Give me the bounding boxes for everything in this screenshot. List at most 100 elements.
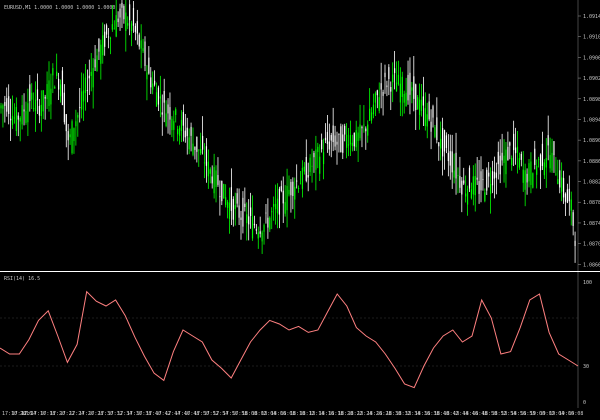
candle-body — [190, 126, 192, 136]
candle-body — [351, 142, 353, 146]
candle-body — [178, 127, 181, 136]
candle-body — [82, 90, 85, 102]
candle-body — [274, 203, 277, 210]
candle-body — [382, 91, 384, 96]
price-tick-label: 1.0886 — [583, 159, 600, 165]
candle-body — [282, 190, 284, 204]
candle-body — [401, 76, 403, 97]
candle-body — [248, 216, 250, 225]
price-tick-label: 1.0914 — [583, 14, 600, 20]
candle-body — [242, 197, 244, 227]
candle-body — [299, 183, 302, 185]
candle-body — [296, 180, 298, 182]
candle-body — [90, 71, 92, 76]
candle-body — [541, 143, 544, 166]
candle-body — [192, 143, 194, 155]
candle-body — [205, 146, 208, 166]
candle-body — [11, 115, 14, 125]
candle-body — [317, 146, 319, 153]
candle-body — [347, 144, 350, 146]
candle-body — [503, 155, 505, 163]
candle-body — [8, 96, 10, 114]
candle-body — [301, 167, 304, 189]
candle-body — [182, 112, 184, 126]
candle-body — [442, 128, 444, 157]
candle-body — [52, 68, 54, 76]
candle-body — [342, 134, 344, 153]
candle-body — [463, 180, 465, 184]
candle-body — [267, 217, 269, 228]
candle-body — [152, 83, 154, 90]
candle-body — [474, 176, 476, 196]
candle-body — [144, 41, 146, 66]
candle-body — [570, 199, 572, 211]
candle-body — [568, 188, 570, 202]
candle-body — [6, 98, 8, 112]
candle-body — [67, 131, 69, 141]
candle-body — [459, 175, 461, 188]
candle-body — [19, 117, 21, 122]
candle-body — [177, 128, 179, 135]
time-tick-label: 19:08 — [568, 411, 583, 417]
price-tick-label: 1.0910 — [583, 35, 600, 41]
candle-body — [34, 99, 37, 112]
candle-body — [466, 188, 469, 205]
candle-body — [330, 135, 332, 141]
candle-body — [417, 97, 419, 110]
candle-body — [148, 57, 150, 74]
candle-body — [84, 77, 87, 93]
candle-body — [228, 202, 231, 219]
candle-body — [132, 8, 135, 26]
candle-body — [482, 179, 484, 181]
candle-body — [123, 6, 125, 20]
candle-body — [516, 146, 519, 153]
candle-body — [557, 179, 559, 185]
candle-body — [403, 93, 405, 103]
candle-body — [154, 80, 156, 85]
candle-body — [457, 175, 459, 176]
candle-body — [73, 128, 75, 142]
candle-body — [198, 149, 200, 151]
candle-body — [334, 135, 336, 147]
candle-body — [250, 207, 252, 217]
candle-body — [346, 134, 348, 148]
candle-body — [532, 173, 534, 188]
candle-body — [547, 135, 549, 146]
candle-body — [445, 135, 448, 148]
candle-body — [167, 104, 169, 114]
candle-body — [399, 83, 401, 103]
candle-body — [71, 121, 73, 154]
candle-body — [171, 118, 173, 131]
candle-body — [102, 35, 104, 56]
indicator-tick-label: 100 — [583, 280, 592, 286]
candle-body — [111, 24, 113, 30]
candle-body — [161, 112, 163, 115]
candle-body — [472, 176, 474, 195]
candle-body — [440, 138, 442, 149]
candle-body — [86, 90, 88, 92]
candle-body — [536, 165, 538, 175]
candle-body — [528, 163, 530, 182]
candle-body — [246, 214, 248, 224]
symbol-info-label: EURUSD,M1 1.0000 1.0000 1.0000 1.0000 — [4, 5, 115, 11]
candle-body — [36, 89, 39, 101]
candle-body — [263, 225, 265, 232]
candle-body — [369, 108, 371, 121]
candle-body — [321, 139, 323, 150]
candle-body — [307, 175, 309, 178]
candle-body — [507, 146, 509, 161]
candle-body — [355, 130, 357, 148]
candle-body — [46, 84, 48, 99]
chart-background — [0, 0, 600, 420]
candle-body — [336, 141, 338, 145]
candle-body — [303, 166, 305, 172]
candle-body — [311, 165, 313, 167]
candle-body — [349, 135, 352, 145]
candle-body — [175, 109, 177, 115]
candle-body — [486, 169, 488, 191]
candle-body — [497, 151, 499, 165]
candle-body — [451, 151, 453, 173]
candle-body — [395, 82, 398, 92]
chart-canvas[interactable]: EURUSD,M1 1.0000 1.0000 1.0000 1.0000 RS… — [0, 0, 600, 420]
candle-body — [117, 18, 119, 23]
